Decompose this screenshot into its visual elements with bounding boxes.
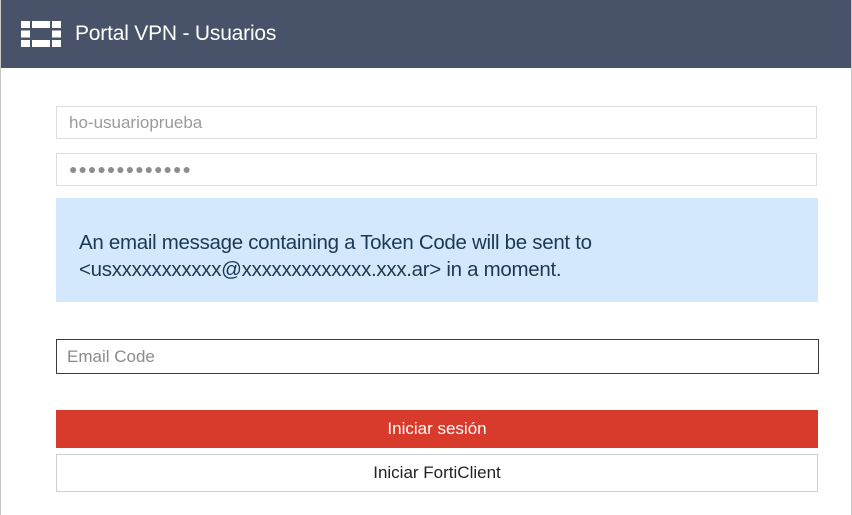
info-message-line-2: <usxxxxxxxxxxx@xxxxxxxxxxxxx.xxx.ar> in … xyxy=(79,258,562,281)
forticlient-button[interactable]: Iniciar FortiClient xyxy=(56,454,818,492)
email-code-input[interactable] xyxy=(56,339,819,374)
login-button[interactable]: Iniciar sesión xyxy=(56,410,818,448)
login-panel: Portal VPN - Usuarios ho-usuarioprueba ●… xyxy=(0,0,852,515)
username-field[interactable]: ho-usuarioprueba xyxy=(56,106,817,139)
fortinet-logo-icon xyxy=(21,21,61,47)
password-field[interactable]: ●●●●●●●●●●●●● xyxy=(56,153,817,186)
info-message-line-1: An email message containing a Token Code… xyxy=(79,231,592,254)
token-info-message: An email message containing a Token Code… xyxy=(56,198,818,302)
page-title: Portal VPN - Usuarios xyxy=(75,22,277,45)
header-bar: Portal VPN - Usuarios xyxy=(1,0,851,68)
